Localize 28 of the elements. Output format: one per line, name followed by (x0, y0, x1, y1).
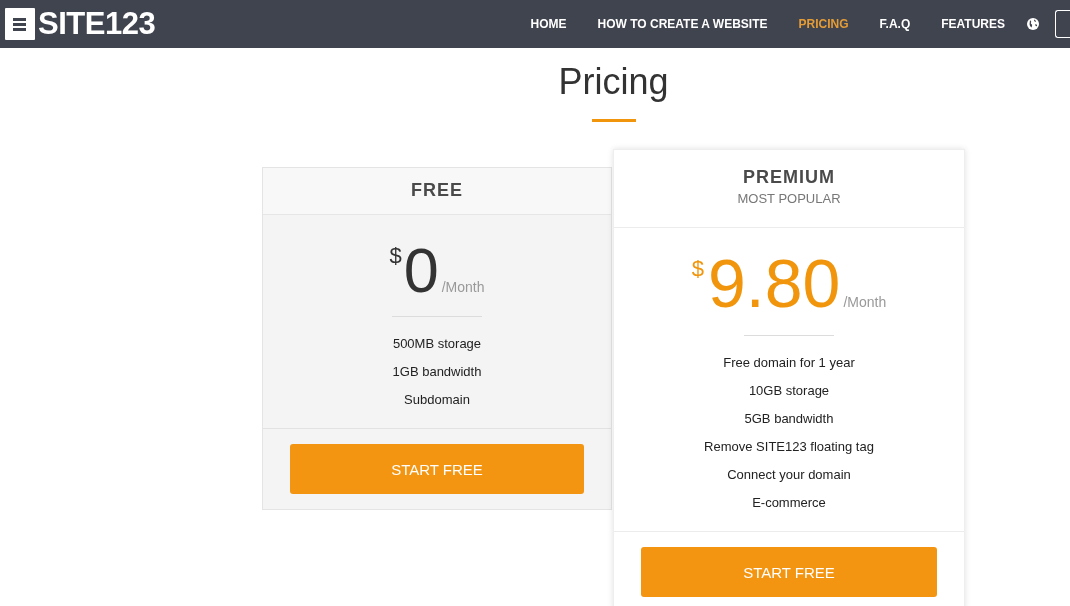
feature-text: 1GB bandwidth (392, 363, 482, 381)
price-period: /Month (441, 279, 485, 295)
lines-square-icon[interactable] (5, 8, 35, 40)
logo-text[interactable]: SITE123 (38, 7, 156, 41)
nav-link[interactable]: HOW TO CREATE A WEBSITE (597, 17, 768, 31)
feature-text: 5GB bandwidth (743, 410, 835, 428)
currency-symbol: $ (691, 257, 705, 281)
plan-name: FREE (411, 179, 463, 201)
outline-button[interactable] (1055, 10, 1070, 38)
plan-subtitle: MOST POPULAR (737, 191, 841, 207)
globe-icon[interactable] (1027, 18, 1039, 30)
feature-text: E-commerce (751, 494, 827, 512)
nav-link[interactable]: FEATURES (941, 17, 1005, 31)
feature-text: 500MB storage (392, 335, 482, 353)
nav-link[interactable]: F.A.Q (879, 17, 911, 31)
nav-link[interactable]: HOME (530, 17, 567, 31)
price-period: /Month (843, 294, 887, 310)
feature-text: Subdomain (403, 391, 471, 409)
nav-link[interactable]: PRICING (798, 17, 849, 31)
page-title: Pricing (558, 60, 669, 104)
plan-name: PREMIUM (743, 166, 835, 188)
price-amount: 0 (403, 238, 439, 302)
price-amount: 9.80 (708, 249, 841, 317)
feature-text: Connect your domain (726, 466, 852, 484)
feature-text: Remove SITE123 floating tag (704, 438, 874, 456)
currency-symbol: $ (389, 244, 402, 268)
feature-text: Free domain for 1 year (722, 354, 856, 372)
feature-text: 10GB storage (747, 382, 831, 400)
